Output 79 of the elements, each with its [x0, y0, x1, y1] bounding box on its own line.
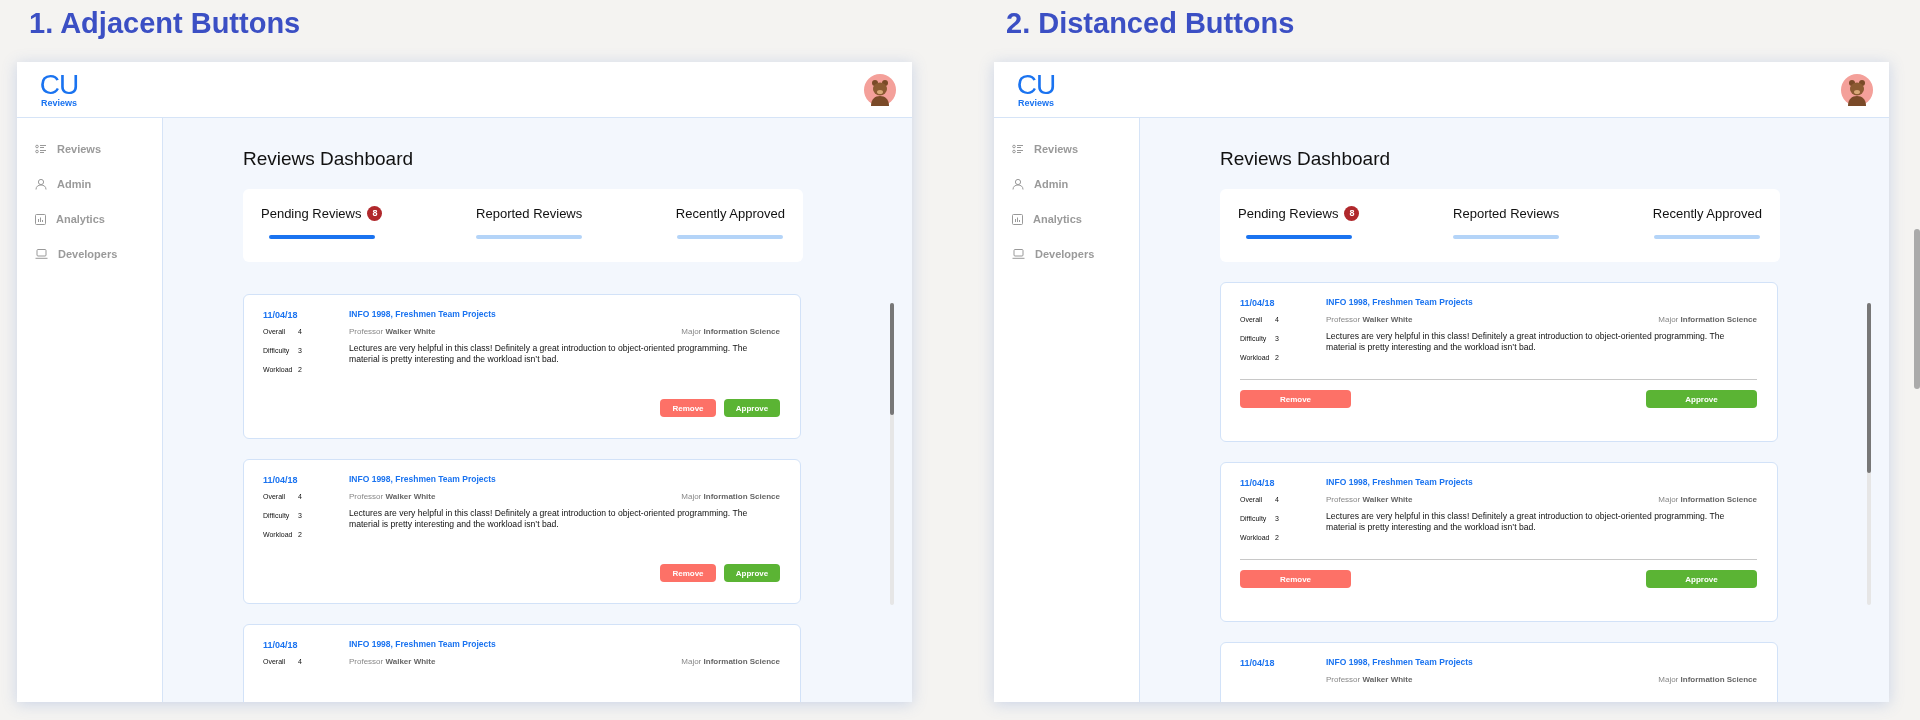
user-icon	[1012, 178, 1024, 190]
chart-icon	[35, 213, 46, 225]
course-title: INFO 1998, Freshmen Team Projects	[1326, 477, 1473, 487]
major-text: Major Information Science	[681, 492, 780, 501]
avatar-icon	[1841, 73, 1873, 106]
review-text: Lectures are very helpful in this class! Definitely a great introduction to object-oriented programming. The material is pretty interesting and the workload isn’t bad.	[349, 343, 749, 365]
scrollbar[interactable]	[890, 303, 894, 605]
tab-label: Recently Approved	[675, 205, 785, 221]
review-date: 11/04/18	[1240, 478, 1275, 488]
chart-icon	[1012, 213, 1023, 225]
tab-label: Recently Approved	[1652, 205, 1762, 221]
professor-text: Professor Walker White	[1326, 495, 1413, 504]
sidebar-item[interactable]: Analytics	[35, 208, 105, 230]
course-title: INFO 1998, Freshmen Team Projects	[1326, 657, 1473, 667]
laptop-icon	[1012, 249, 1025, 259]
list-icon	[1012, 144, 1024, 154]
remove-button[interactable]: Remove	[1240, 390, 1351, 408]
approve-button[interactable]: Approve	[724, 564, 780, 582]
tab-label: Pending Reviews	[261, 205, 362, 221]
review-date: 11/04/18	[1240, 298, 1275, 308]
avatar-icon	[864, 73, 896, 106]
review-text: Lectures are very helpful in this class! Definitely a great introduction to object-oriented programming. The material is pretty interesting and the workload isn’t bad.	[349, 508, 749, 530]
course-title: INFO 1998, Freshmen Team Projects	[349, 474, 496, 484]
sidebar-item[interactable]: Developers	[1012, 243, 1095, 265]
page-heading: Reviews Dashboard	[243, 148, 414, 170]
laptop-icon	[35, 249, 48, 259]
user-icon	[35, 178, 47, 190]
course-title: INFO 1998, Freshmen Team Projects	[1326, 297, 1473, 307]
list-icon	[35, 144, 47, 154]
review-date: 11/04/18	[263, 640, 298, 650]
course-title: INFO 1998, Freshmen Team Projects	[349, 639, 496, 649]
review-date: 11/04/18	[263, 475, 298, 485]
tab[interactable]: Recently Approved	[675, 203, 785, 247]
logo-mark: CU	[39, 71, 79, 98]
remove-button[interactable]: Remove	[660, 564, 716, 582]
course-title: INFO 1998, Freshmen Team Projects	[349, 309, 496, 319]
sidebar-item[interactable]: Admin	[35, 173, 92, 195]
approve-button[interactable]: Approve	[1646, 390, 1757, 408]
professor-text: Professor Walker White	[1326, 675, 1413, 684]
review-text: Lectures are very helpful in this class! Definitely a great introduction to object-oriented programming. The material is pretty interesting and the workload isn’t bad.	[1326, 331, 1726, 353]
count-badge: 8	[1344, 205, 1360, 221]
tab-label: Reported Reviews	[1453, 205, 1560, 221]
logo-text: Reviews	[41, 97, 77, 108]
review-date: 11/04/18	[1240, 658, 1275, 668]
remove-button[interactable]: Remove	[660, 399, 716, 417]
professor-text: Professor Walker White	[349, 492, 436, 501]
tab[interactable]: Pending Reviews 8	[1238, 203, 1360, 247]
major-text: Major Information Science	[1658, 495, 1757, 504]
section-title: 2. Distanced Buttons	[1006, 6, 1295, 40]
count-badge: 8	[367, 205, 383, 221]
major-text: Major Information Science	[1658, 675, 1757, 684]
sidebar-item[interactable]: Developers	[35, 243, 118, 265]
tab-label: Pending Reviews	[1238, 205, 1339, 221]
approve-button[interactable]: Approve	[1646, 570, 1757, 588]
tab[interactable]: Pending Reviews 8	[261, 203, 383, 247]
professor-text: Professor Walker White	[349, 657, 436, 666]
sidebar-item[interactable]: Reviews	[1012, 138, 1079, 160]
tab[interactable]: Recently Approved	[1652, 203, 1762, 247]
major-text: Major Information Science	[1658, 315, 1757, 324]
major-text: Major Information Science	[681, 327, 780, 336]
remove-button[interactable]: Remove	[1240, 570, 1351, 588]
tab[interactable]: Reported Reviews	[1453, 203, 1560, 247]
page-heading: Reviews Dashboard	[1220, 148, 1391, 170]
section-title: 1. Adjacent Buttons	[29, 6, 301, 40]
tab[interactable]: Reported Reviews	[476, 203, 583, 247]
approve-button[interactable]: Approve	[724, 399, 780, 417]
logo-mark: CU	[1016, 71, 1056, 98]
review-text: Lectures are very helpful in this class! Definitely a great introduction to object-oriented programming. The material is pretty interesting and the workload isn’t bad.	[1326, 511, 1726, 533]
scrollbar[interactable]	[1867, 303, 1871, 605]
page-scrollbar[interactable]	[1914, 229, 1920, 389]
sidebar-item[interactable]: Reviews	[35, 138, 102, 160]
review-date: 11/04/18	[263, 310, 298, 320]
logo-text: Reviews	[1018, 97, 1054, 108]
sidebar-item[interactable]: Admin	[1012, 173, 1069, 195]
sidebar-item[interactable]: Analytics	[1012, 208, 1082, 230]
professor-text: Professor Walker White	[349, 327, 436, 336]
tab-label: Reported Reviews	[476, 205, 583, 221]
professor-text: Professor Walker White	[1326, 315, 1413, 324]
major-text: Major Information Science	[681, 657, 780, 666]
